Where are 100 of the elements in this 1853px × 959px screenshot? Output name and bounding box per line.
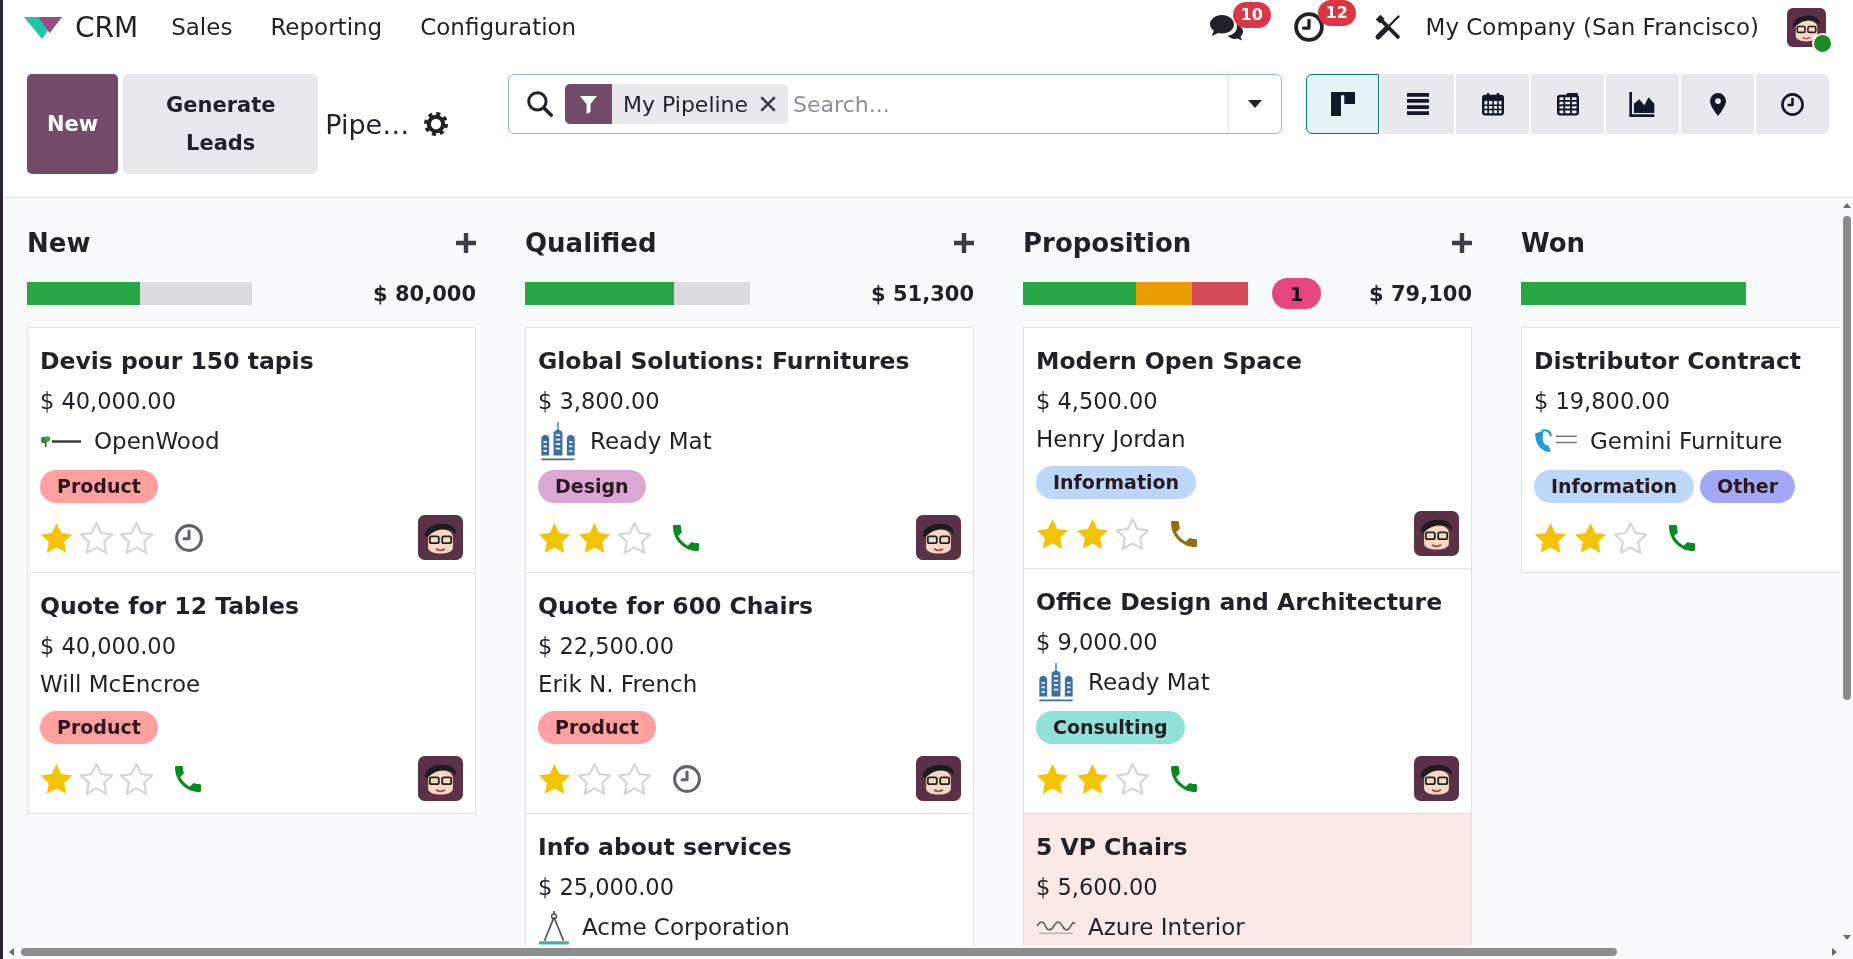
area-chart-icon [1629,91,1656,117]
card-title: Devis pour 150 tapis [40,346,315,377]
star-icon [578,521,611,554]
phone-icon[interactable] [1171,765,1197,792]
table-icon [1556,92,1579,116]
star-icon [578,762,611,795]
star-icon [80,762,113,795]
card-amount: $ 19,800.00 [1534,387,1671,416]
customer-name: Gemini Furniture [1590,427,1783,456]
new-button[interactable]: New [27,74,119,174]
star-rating[interactable] [40,521,153,554]
scrollbar-thumb[interactable] [21,948,1617,956]
wave-logo-icon [1036,918,1076,936]
avatar-icon[interactable] [418,756,463,801]
app-logo-icon[interactable] [24,14,62,40]
avatar-icon[interactable] [916,756,961,801]
tag: Information [1036,466,1197,499]
scroll-left-icon[interactable] [9,948,14,956]
view-switch-button[interactable] [1756,74,1829,134]
star-icon [1534,521,1567,554]
column-title: Proposition [1023,228,1192,258]
star-rating[interactable] [538,521,651,554]
scrollbar-thumb[interactable] [1842,216,1851,700]
star-rating[interactable] [1036,762,1149,795]
lead-card[interactable]: Global Solutions: Furnitures $ 3,800.00 Ready Mat Design [525,327,974,573]
lead-card[interactable]: 5 VP Chairs $ 5,600.00 Azure Interior [1023,814,1472,945]
star-icon [1076,517,1109,550]
map-pin-icon [1709,92,1726,116]
lead-card[interactable]: Quote for 600 Chairs $ 22,500.00 Erik N. French Product [525,573,974,814]
avatar-icon[interactable] [1414,511,1459,556]
star-icon [1076,762,1109,795]
avatar-icon[interactable] [1787,7,1826,47]
tag: Product [40,470,158,503]
search-input[interactable]: Search... [793,84,1228,124]
generate-leads-button[interactable]: Generate Leads [123,74,319,174]
view-switch-button[interactable] [1531,74,1604,134]
settings-icon[interactable] [424,112,449,136]
scroll-down-icon[interactable] [1842,935,1851,940]
card-title: Office Design and Architecture [1036,587,1444,618]
scroll-right-icon[interactable] [1832,948,1837,956]
menu-item[interactable]: Sales [152,7,252,47]
buildings-logo-icon [1036,662,1076,702]
plus-icon[interactable] [456,233,476,253]
lead-card[interactable]: Devis pour 150 tapis $ 40,000.00 OpenWood Product [27,327,476,573]
plus-icon[interactable] [1452,233,1472,253]
counter-badge[interactable]: 1 [1272,278,1321,309]
clock-icon[interactable] [1293,12,1324,42]
card-amount: $ 3,800.00 [538,387,661,416]
column-total: $ 51,300 [871,281,974,306]
star-rating[interactable] [538,762,651,795]
view-switch-button[interactable] [1681,74,1754,134]
star-icon [618,521,651,554]
view-switch-button[interactable] [1306,74,1379,134]
menu-item[interactable]: Reporting [251,7,402,47]
phone-icon[interactable] [1669,524,1695,551]
scroll-up-icon[interactable] [1842,203,1851,208]
calendar-icon [1481,92,1504,116]
compass-logo-icon [538,909,570,945]
star-rating[interactable] [40,762,153,795]
customer-name: Erik N. French [538,670,698,699]
star-icon [80,521,113,554]
plus-icon[interactable] [954,233,974,253]
close-icon[interactable] [760,96,777,112]
phone-icon[interactable] [673,524,699,551]
filter-facet[interactable]: My Pipeline [565,84,789,124]
tag: Product [538,711,656,744]
star-icon [40,521,73,554]
star-icon [618,762,651,795]
company-switcher[interactable]: My Company (San Francisco) [1425,14,1759,40]
star-icon [1116,762,1149,795]
phone-icon[interactable] [1171,520,1197,547]
search-bar[interactable]: My Pipeline Search... [508,74,1282,134]
menu-item[interactable]: Configuration [401,7,596,47]
star-icon [40,762,73,795]
view-switch-button[interactable] [1381,74,1454,134]
avatar-icon[interactable] [418,515,463,560]
search-icon[interactable] [527,91,553,117]
card-amount: $ 9,000.00 [1036,628,1159,657]
avatar-icon[interactable] [916,515,961,560]
lead-card[interactable]: Distributor Contract $ 19,800.00 Gemini Furniture Information Other [1521,327,1840,573]
lead-card[interactable]: Info about services $ 25,000.00 Acme Corporation [525,814,974,945]
lead-card[interactable]: Modern Open Space $ 4,500.00 Henry Jordan Information [1023,327,1472,569]
star-icon [1036,517,1069,550]
app-name[interactable]: CRM [75,10,139,44]
tools-icon[interactable] [1373,13,1402,41]
star-rating[interactable] [1036,517,1149,550]
clock-icon [1781,92,1804,116]
caret-icon [1248,100,1262,108]
phone-icon[interactable] [175,765,201,792]
lead-card[interactable]: Office Design and Architecture $ 9,000.00 Ready Mat Consulting [1023,569,1472,814]
card-title: 5 VP Chairs [1036,832,1189,863]
chat-icon[interactable] [1208,13,1244,41]
view-switch-button[interactable] [1456,74,1529,134]
star-rating[interactable] [1534,521,1647,554]
card-amount: $ 40,000.00 [40,632,177,661]
lead-card[interactable]: Quote for 12 Tables $ 40,000.00 Will McEncroe Product [27,573,476,814]
avatar-icon[interactable] [1414,756,1459,801]
tag: Consulting [1036,711,1185,744]
view-switch-button[interactable] [1606,74,1679,134]
count-badge: 12 [1317,0,1356,26]
